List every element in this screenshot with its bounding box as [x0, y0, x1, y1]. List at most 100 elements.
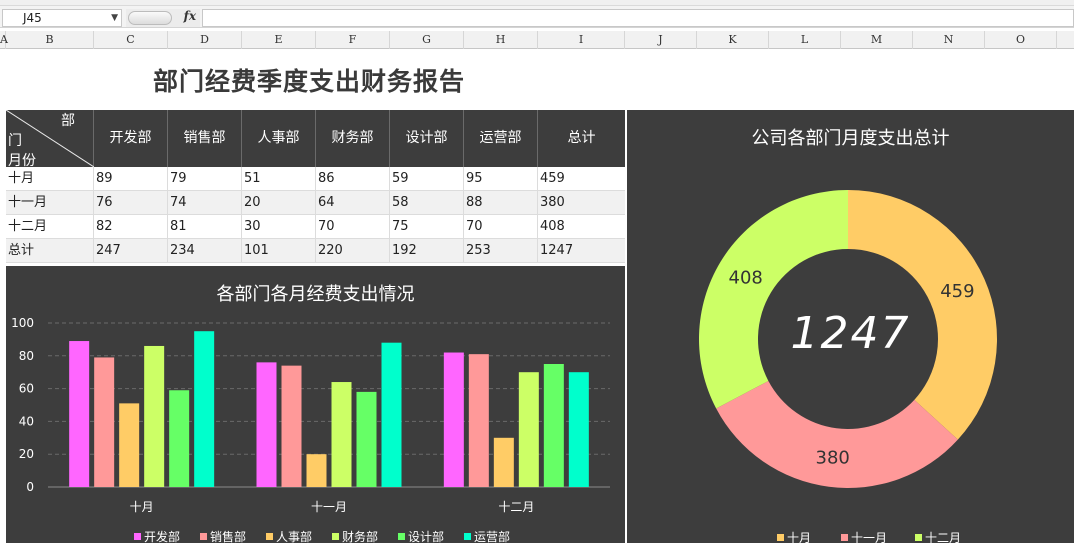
donut-slice-label-3: 408	[729, 267, 763, 288]
table-cell-total[interactable]: 459	[538, 167, 625, 191]
table-cell[interactable]: 86	[316, 167, 390, 191]
row-label[interactable]: 十月	[6, 167, 94, 191]
table-cell[interactable]: 64	[316, 191, 390, 215]
bar-3-2	[306, 454, 327, 487]
y-tick-label: 60	[19, 382, 34, 396]
table-cell[interactable]: 59	[390, 167, 464, 191]
column-header-g[interactable]: G	[390, 31, 464, 49]
expense-table: 部 门 月份 开发部 销售部 人事部 财务部 设计部 运营部 总计 十月 89 …	[6, 110, 625, 265]
bar-chart-panel[interactable]: 各部门各月经费支出情况 0 20 40 60 80 100 十月 十一月 十二月 开发部 销售部 人事…	[6, 266, 625, 543]
table-cell[interactable]: 101	[242, 239, 316, 263]
y-tick-label: 100	[11, 316, 34, 330]
legend-label-2: 销售部	[210, 529, 246, 543]
x-tick-label: 十一月	[311, 500, 347, 514]
report-title[interactable]: 部门经费季度支出财务报告	[153, 62, 465, 98]
table-cell-total[interactable]: 1247	[538, 239, 625, 263]
corner-label-dept: 部	[61, 113, 75, 129]
table-cell[interactable]: 82	[94, 215, 168, 239]
table-cell[interactable]: 88	[464, 191, 538, 215]
bar-5-2	[356, 391, 377, 487]
insert-function-icon[interactable]: fx	[184, 9, 196, 23]
column-header-f[interactable]: F	[316, 31, 390, 49]
table-cell[interactable]: 51	[242, 167, 316, 191]
bar-1-2	[256, 362, 277, 487]
legend-label-5: 设计部	[408, 529, 444, 543]
table-cell[interactable]: 20	[242, 191, 316, 215]
bar-1-1	[69, 341, 90, 487]
bar-5-1	[169, 390, 190, 487]
legend-label-3: 十二月	[925, 531, 961, 543]
table-cell[interactable]: 75	[390, 215, 464, 239]
spreadsheet-window: J45 ▼ fx A B C D E F G H I J K L M N O 部…	[0, 0, 1074, 543]
column-header-o[interactable]: O	[985, 31, 1057, 49]
column-header-d[interactable]: D	[168, 31, 242, 49]
table-cell-total[interactable]: 408	[538, 215, 625, 239]
legend-swatch-2	[841, 534, 848, 541]
corner-header-cell[interactable]: 部 门 月份	[6, 110, 94, 169]
y-tick-label: 80	[19, 349, 34, 363]
table-cell[interactable]: 247	[94, 239, 168, 263]
table-cell[interactable]: 74	[168, 191, 242, 215]
column-header-b[interactable]: B	[6, 31, 94, 49]
bar-4-3	[518, 372, 539, 487]
header-finance[interactable]: 财务部	[316, 110, 390, 167]
legend-swatch-3	[266, 533, 273, 540]
table-cell[interactable]: 234	[168, 239, 242, 263]
formula-resize-handle[interactable]	[128, 11, 172, 25]
table-row: 十月 89 79 51 86 59 95 459	[6, 167, 625, 191]
row-label[interactable]: 十一月	[6, 191, 94, 215]
column-header-k[interactable]: K	[697, 31, 769, 49]
table-cell[interactable]: 95	[464, 167, 538, 191]
name-box[interactable]: J45 ▼	[2, 9, 122, 27]
row-label[interactable]: 总计	[6, 239, 94, 263]
table-cell[interactable]: 79	[168, 167, 242, 191]
row-label[interactable]: 十二月	[6, 215, 94, 239]
column-header-i[interactable]: I	[538, 31, 625, 49]
bar-2-2	[281, 365, 302, 487]
column-header-l[interactable]: L	[769, 31, 841, 49]
table-cell[interactable]: 220	[316, 239, 390, 263]
column-header-n[interactable]: N	[913, 31, 985, 49]
table-cell[interactable]: 70	[316, 215, 390, 239]
legend-label-4: 财务部	[342, 529, 378, 543]
bar-6-3	[568, 372, 589, 487]
legend-swatch-1	[777, 534, 784, 541]
donut-chart-panel[interactable]: 公司各部门月度支出总计 459 380 408 十月 十一月 十二月 1247	[627, 110, 1074, 543]
chevron-down-icon[interactable]: ▼	[111, 10, 118, 26]
table-cell[interactable]: 89	[94, 167, 168, 191]
table-cell[interactable]: 76	[94, 191, 168, 215]
table-cell-total[interactable]: 380	[538, 191, 625, 215]
legend-label-1: 开发部	[144, 529, 180, 543]
column-header-h[interactable]: H	[464, 31, 538, 49]
y-tick-label: 20	[19, 447, 34, 461]
header-dev[interactable]: 开发部	[94, 110, 168, 167]
table-cell[interactable]: 70	[464, 215, 538, 239]
bar-4-2	[331, 382, 352, 487]
table-cell[interactable]: 81	[168, 215, 242, 239]
legend-swatch-4	[332, 533, 339, 540]
header-ops[interactable]: 运营部	[464, 110, 538, 167]
legend-swatch-1	[134, 533, 141, 540]
column-header-m[interactable]: M	[841, 31, 913, 49]
legend-label-2: 十一月	[851, 531, 887, 543]
table-cell[interactable]: 30	[242, 215, 316, 239]
header-design[interactable]: 设计部	[390, 110, 464, 167]
donut-center-total: 1247	[790, 308, 911, 359]
column-header-e[interactable]: E	[242, 31, 316, 49]
header-hr[interactable]: 人事部	[242, 110, 316, 167]
y-tick-label: 0	[26, 480, 34, 494]
table-row: 十二月 82 81 30 70 75 70 408	[6, 215, 625, 239]
header-sales[interactable]: 销售部	[168, 110, 242, 167]
formula-input[interactable]	[202, 9, 1074, 27]
y-tick-label: 40	[19, 414, 34, 428]
table-header: 部 门 月份 开发部 销售部 人事部 财务部 设计部 运营部 总计	[6, 110, 625, 169]
column-header-c[interactable]: C	[94, 31, 168, 49]
table-cell[interactable]: 253	[464, 239, 538, 263]
table-cell[interactable]: 192	[390, 239, 464, 263]
header-total[interactable]: 总计	[538, 110, 625, 167]
table-cell[interactable]: 58	[390, 191, 464, 215]
column-header-j[interactable]: J	[625, 31, 697, 49]
column-headers: A B C D E F G H I J K L M N O	[0, 31, 1074, 49]
table-row: 十一月 76 74 20 64 58 88 380	[6, 191, 625, 215]
bar-3-1	[119, 403, 140, 487]
